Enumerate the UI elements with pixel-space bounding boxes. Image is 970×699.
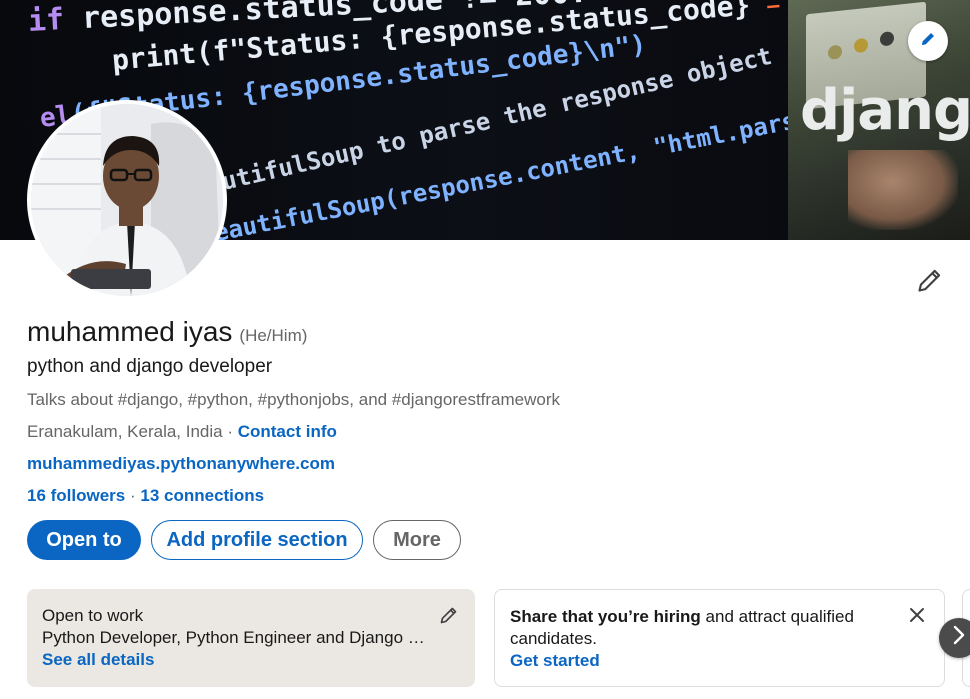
network-separator: · (125, 486, 141, 505)
add-profile-section-button[interactable]: Add profile section (151, 520, 363, 560)
open-to-work-title: Open to work (42, 606, 144, 625)
profile-location: Eranakulam, Kerala, India (27, 422, 223, 441)
edit-banner-button[interactable] (908, 21, 948, 61)
more-button[interactable]: More (373, 520, 461, 560)
edit-intro-button[interactable] (912, 264, 948, 300)
hiring-title-bold: Share that you’re hiring (510, 607, 701, 626)
followers-link[interactable]: 16 followers (27, 486, 125, 505)
django-logo: django (800, 78, 970, 143)
see-all-details-link[interactable]: See all details (42, 649, 460, 671)
open-to-work-card[interactable]: Open to work Python Developer, Python En… (27, 589, 475, 687)
avatar-photo (31, 104, 223, 296)
hand-shape (848, 150, 958, 230)
edit-open-to-work-button[interactable] (439, 605, 461, 627)
website-row: muhammediyas.pythonanywhere.com (27, 454, 335, 474)
profile-headline: python and django developer (27, 356, 273, 377)
network-row: 16 followers · 13 connections (27, 486, 264, 506)
open-to-button[interactable]: Open to (27, 520, 141, 560)
website-link[interactable]: muhammediyas.pythonanywhere.com (27, 454, 335, 473)
profile-pronouns: (He/Him) (239, 326, 308, 345)
profile-name: muhammed iyas (27, 316, 233, 347)
pencil-icon (439, 607, 459, 629)
pencil-icon (916, 266, 944, 299)
get-started-link[interactable]: Get started (510, 650, 929, 672)
chevron-right-icon (952, 624, 966, 652)
location-separator: · (222, 422, 238, 441)
hiring-card-text: Share that you’re hiring and attract qua… (510, 606, 890, 650)
profile-avatar[interactable] (27, 100, 227, 300)
connections-link[interactable]: 13 connections (140, 486, 264, 505)
dismiss-hiring-card-button[interactable] (908, 606, 928, 626)
open-to-work-roles: Python Developer, Python Engineer and Dj… (42, 628, 432, 647)
hiring-card: Share that you’re hiring and attract qua… (494, 589, 945, 687)
close-icon (908, 608, 926, 628)
contact-info-link[interactable]: Contact info (238, 422, 337, 441)
location-row: Eranakulam, Kerala, India · Contact info (27, 422, 337, 442)
pencil-icon (919, 30, 937, 53)
talks-about: Talks about #django, #python, #pythonjob… (27, 390, 561, 409)
name-row: muhammed iyas (He/Him) (27, 316, 307, 348)
